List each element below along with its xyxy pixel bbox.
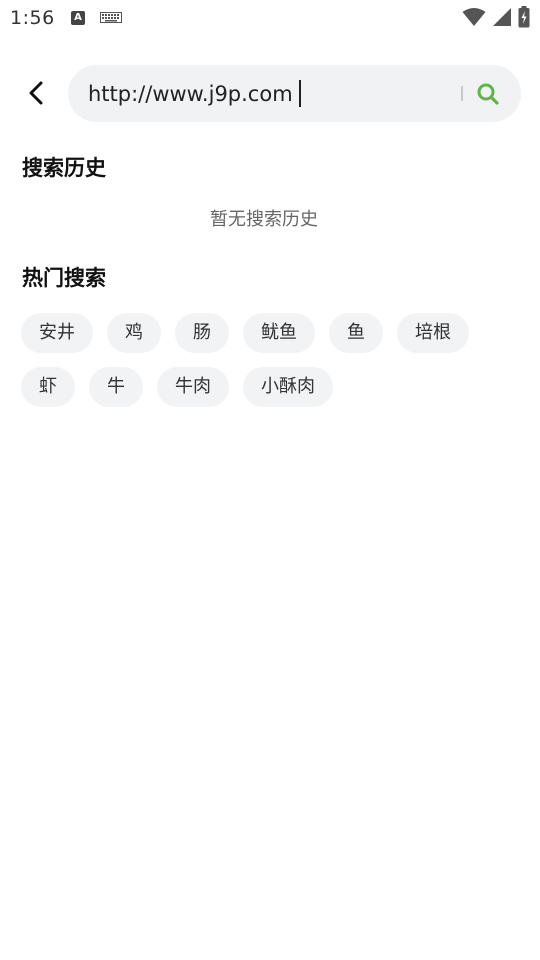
empty-history-text: 暂无搜索历史 <box>210 209 318 230</box>
battery-icon <box>518 6 530 28</box>
search-header <box>0 64 540 122</box>
cellular-signal-icon <box>493 8 511 26</box>
text-caret <box>299 80 301 107</box>
hot-tag-fish[interactable]: 鱼 <box>329 313 383 353</box>
back-button[interactable] <box>18 74 54 112</box>
hot-tag-beef-meat[interactable]: 牛肉 <box>157 367 229 407</box>
hot-tag-chicken[interactable]: 鸡 <box>107 313 161 353</box>
hot-tag-shrimp[interactable]: 虾 <box>21 367 75 407</box>
back-arrow-icon <box>29 81 43 105</box>
status-bar: 1:56 A <box>0 0 540 36</box>
input-method-icon: A <box>71 11 85 25</box>
hot-search-title: 热门搜索 <box>22 266 106 290</box>
hot-tag-anjing[interactable]: 安井 <box>21 313 93 353</box>
search-box[interactable] <box>68 65 521 122</box>
search-input[interactable] <box>88 77 458 111</box>
hot-tag-sausage[interactable]: 肠 <box>175 313 229 353</box>
hot-search-tags: 安井 鸡 肠 鱿鱼 鱼 培根 虾 牛 牛肉 小酥肉 <box>21 313 521 407</box>
wifi-icon <box>462 8 486 26</box>
hot-tag-bacon[interactable]: 培根 <box>397 313 469 353</box>
hot-tag-squid[interactable]: 鱿鱼 <box>243 313 315 353</box>
status-time: 1:56 <box>10 7 55 29</box>
hot-tag-beef[interactable]: 牛 <box>89 367 143 407</box>
search-button[interactable] <box>472 79 504 109</box>
keyboard-icon <box>100 12 122 23</box>
search-divider <box>461 86 463 101</box>
search-history-title: 搜索历史 <box>22 156 106 180</box>
hot-tag-crispy-pork[interactable]: 小酥肉 <box>243 367 333 407</box>
status-icons <box>462 6 530 28</box>
search-icon <box>477 83 499 105</box>
